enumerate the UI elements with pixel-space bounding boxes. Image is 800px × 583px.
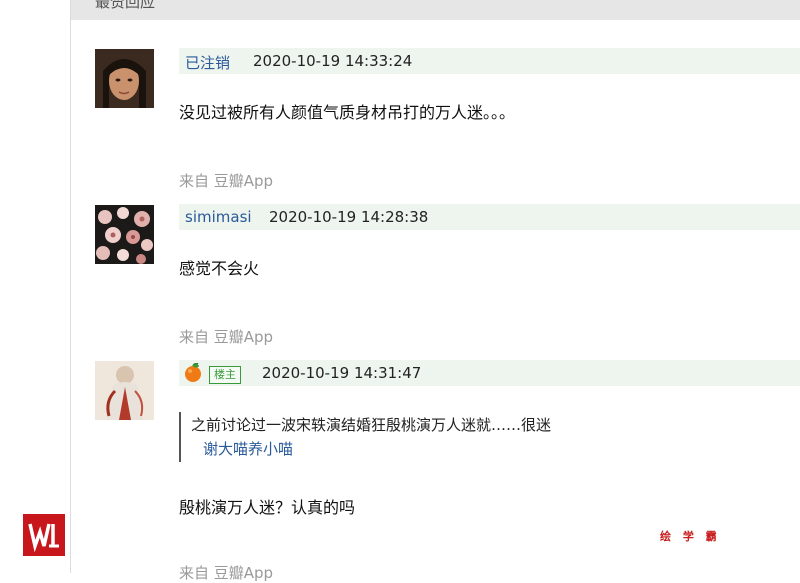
- user-avatar[interactable]: [95, 205, 154, 264]
- comment-time: 2020-10-19 14:33:24: [253, 52, 413, 70]
- author-link[interactable]: simimasi: [185, 208, 252, 226]
- quoted-reply: 之前讨论过一波宋轶演结婚狂殷桃演万人迷就……很迷 谢大喵养小喵: [179, 412, 601, 462]
- comment-item: 已注销 2020-10-19 14:33:24 没见过被所有人颜值气质身材吊打的…: [71, 48, 800, 190]
- comment-source: 来自 豆瓣App: [179, 172, 274, 190]
- host-badge: 楼主: [209, 366, 241, 384]
- user-avatar[interactable]: [95, 49, 154, 108]
- orange-icon[interactable]: [183, 362, 203, 383]
- comment-text: 殷桃演万人迷？认真的吗: [179, 498, 356, 517]
- comment-time: 2020-10-19 14:31:47: [262, 364, 422, 382]
- user-avatar[interactable]: [95, 361, 154, 420]
- comment-item: simimasi 2020-10-19 14:28:38 感觉不会火 来自 豆瓣…: [71, 204, 800, 346]
- w-logo: [23, 514, 65, 556]
- comment-time: 2020-10-19 14:28:38: [269, 208, 429, 226]
- comment-meta: simimasi 2020-10-19 14:28:38: [179, 204, 800, 230]
- quote-text: 之前讨论过一波宋轶演结婚狂殷桃演万人迷就……很迷: [191, 416, 552, 434]
- author-link[interactable]: 已注销: [185, 52, 230, 73]
- left-margin: [0, 0, 71, 573]
- quote-author-link[interactable]: 谢大喵养小喵: [203, 438, 293, 459]
- section-title: 最赞回应: [95, 0, 156, 11]
- comment-meta: 楼主 2020-10-19 14:31:47: [179, 360, 800, 386]
- comment-meta: 已注销 2020-10-19 14:33:24: [179, 48, 800, 74]
- comment-text: 没见过被所有人颜值气质身材吊打的万人迷。。。: [179, 103, 516, 122]
- section-header: 最赞回应: [71, 0, 800, 20]
- comment-text: 感觉不会火: [179, 259, 260, 278]
- comment-source: 来自 豆瓣App: [179, 328, 274, 346]
- watermark-text: 绘 学 霸: [660, 530, 721, 543]
